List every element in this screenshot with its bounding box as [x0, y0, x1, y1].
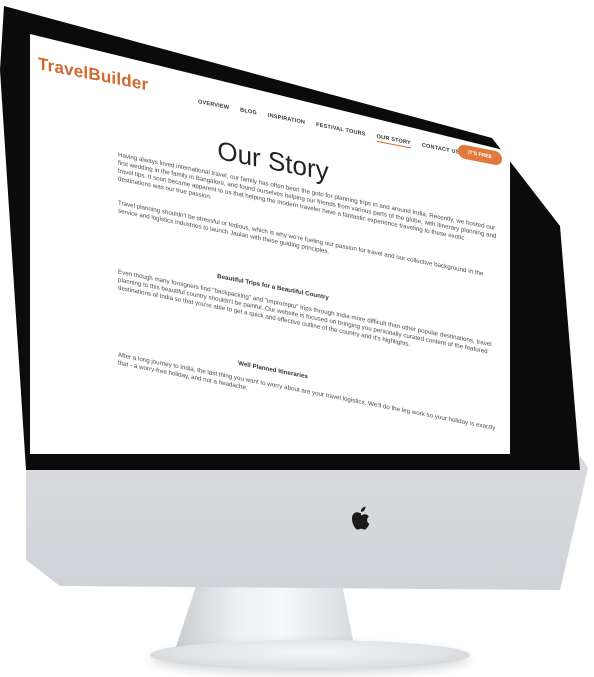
apple-logo-icon — [352, 506, 370, 530]
nav-item-contact-us[interactable]: CONTACT US — [422, 143, 460, 158]
nav-item-blog[interactable]: BLOG — [240, 107, 257, 118]
brand-logo[interactable]: TravelBuilder — [38, 54, 148, 95]
nav-item-our-story[interactable]: OUR STORY — [376, 133, 411, 149]
nav-item-inspiration[interactable]: INSPIRATION — [268, 113, 305, 128]
story-paragraph-4: After a long journey to India, the last … — [118, 351, 496, 432]
nav-item-festival-tours[interactable]: FESTIVAL TOURS — [316, 122, 366, 140]
nav-item-overview[interactable]: OVERVIEW — [198, 99, 229, 113]
imac-monitor: TravelBuilder OVERVIEW BLOG INSPIRATION … — [0, 0, 594, 677]
monitor-screen: TravelBuilder OVERVIEW BLOG INSPIRATION … — [30, 34, 510, 454]
